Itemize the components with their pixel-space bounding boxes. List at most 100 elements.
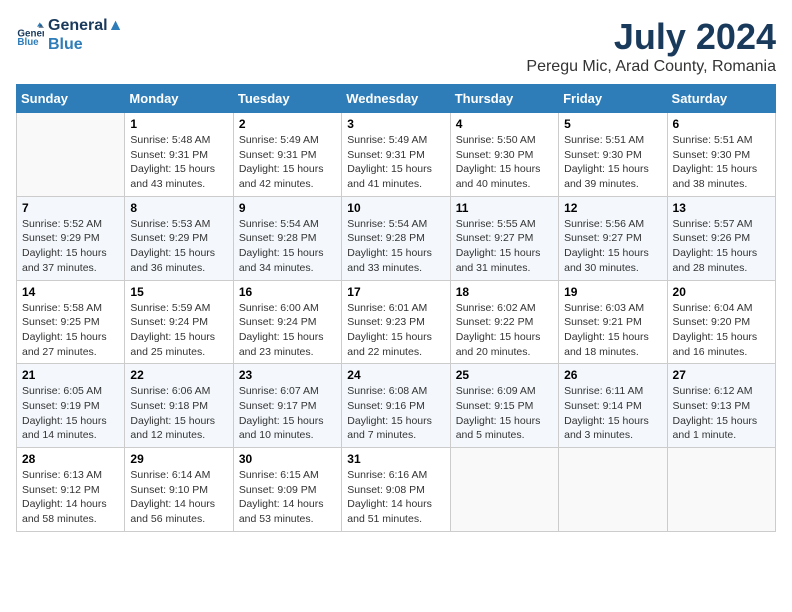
weekday-header-friday: Friday	[559, 85, 667, 113]
calendar-cell: 31 Sunrise: 6:16 AM Sunset: 9:08 PM Dayli…	[342, 448, 450, 532]
day-info: Sunrise: 6:04 AM Sunset: 9:20 PM Dayligh…	[673, 301, 770, 360]
day-number: 20	[673, 285, 770, 299]
day-info: Sunrise: 5:57 AM Sunset: 9:26 PM Dayligh…	[673, 217, 770, 276]
day-number: 14	[22, 285, 119, 299]
calendar-cell: 6 Sunrise: 5:51 AM Sunset: 9:30 PM Daylig…	[667, 113, 775, 197]
logo-text-line1: General▲	[48, 16, 123, 35]
calendar-table: SundayMondayTuesdayWednesdayThursdayFrid…	[16, 84, 776, 532]
calendar-cell: 18Sunrise: 6:02 AM Sunset: 9:22 PM Dayli…	[450, 280, 558, 364]
calendar-cell: 29 Sunrise: 6:14 AM Sunset: 9:10 PM Dayli…	[125, 448, 233, 532]
day-number: 28	[22, 452, 119, 466]
day-number: 24	[347, 368, 444, 382]
day-info: Sunrise: 5:51 AM Sunset: 9:30 PM Dayligh…	[564, 133, 661, 192]
weekday-header-saturday: Saturday	[667, 85, 775, 113]
weekday-header-row: SundayMondayTuesdayWednesdayThursdayFrid…	[17, 85, 776, 113]
calendar-cell: 5 Sunrise: 5:51 AM Sunset: 9:30 PM Daylig…	[559, 113, 667, 197]
day-info: Sunrise: 6:16 AM Sunset: 9:08 PM Dayligh…	[347, 468, 444, 527]
day-info: Sunrise: 6:01 AM Sunset: 9:23 PM Dayligh…	[347, 301, 444, 360]
calendar-cell	[17, 113, 125, 197]
day-info: Sunrise: 5:51 AM Sunset: 9:30 PM Dayligh…	[673, 133, 770, 192]
day-number: 8	[130, 201, 227, 215]
day-number: 2	[239, 117, 336, 131]
day-info: Sunrise: 5:54 AM Sunset: 9:28 PM Dayligh…	[347, 217, 444, 276]
month-title: July 2024	[526, 16, 776, 58]
day-number: 26	[564, 368, 661, 382]
day-number: 30	[239, 452, 336, 466]
calendar-cell: 23 Sunrise: 6:07 AM Sunset: 9:17 PM Dayli…	[233, 364, 341, 448]
weekday-header-sunday: Sunday	[17, 85, 125, 113]
day-info: Sunrise: 6:08 AM Sunset: 9:16 PM Dayligh…	[347, 384, 444, 443]
logo: General Blue General▲ Blue	[16, 16, 123, 54]
calendar-cell: 11 Sunrise: 5:55 AM Sunset: 9:27 PM Dayli…	[450, 196, 558, 280]
calendar-cell: 17 Sunrise: 6:01 AM Sunset: 9:23 PM Dayli…	[342, 280, 450, 364]
day-number: 29	[130, 452, 227, 466]
day-number: 13	[673, 201, 770, 215]
day-number: 1	[130, 117, 227, 131]
day-info: Sunrise: 5:49 AM Sunset: 9:31 PM Dayligh…	[347, 133, 444, 192]
calendar-cell: 30 Sunrise: 6:15 AM Sunset: 9:09 PM Dayli…	[233, 448, 341, 532]
day-number: 17	[347, 285, 444, 299]
day-number: 12	[564, 201, 661, 215]
calendar-cell: 13 Sunrise: 5:57 AM Sunset: 9:26 PM Dayli…	[667, 196, 775, 280]
calendar-cell	[450, 448, 558, 532]
day-info: Sunrise: 5:54 AM Sunset: 9:28 PM Dayligh…	[239, 217, 336, 276]
calendar-week-row: 21Sunrise: 6:05 AM Sunset: 9:19 PM Dayli…	[17, 364, 776, 448]
calendar-cell: 27Sunrise: 6:12 AM Sunset: 9:13 PM Dayli…	[667, 364, 775, 448]
day-info: Sunrise: 5:52 AM Sunset: 9:29 PM Dayligh…	[22, 217, 119, 276]
calendar-cell: 26 Sunrise: 6:11 AM Sunset: 9:14 PM Dayli…	[559, 364, 667, 448]
logo-icon: General Blue	[16, 21, 44, 49]
calendar-cell: 4 Sunrise: 5:50 AM Sunset: 9:30 PM Daylig…	[450, 113, 558, 197]
svg-text:Blue: Blue	[17, 37, 39, 48]
calendar-cell: 8 Sunrise: 5:53 AM Sunset: 9:29 PM Daylig…	[125, 196, 233, 280]
calendar-cell: 16 Sunrise: 6:00 AM Sunset: 9:24 PM Dayli…	[233, 280, 341, 364]
calendar-cell: 12 Sunrise: 5:56 AM Sunset: 9:27 PM Dayli…	[559, 196, 667, 280]
day-number: 21	[22, 368, 119, 382]
day-number: 23	[239, 368, 336, 382]
calendar-cell: 1Sunrise: 5:48 AM Sunset: 9:31 PM Daylig…	[125, 113, 233, 197]
day-info: Sunrise: 6:14 AM Sunset: 9:10 PM Dayligh…	[130, 468, 227, 527]
day-number: 25	[456, 368, 553, 382]
day-info: Sunrise: 6:00 AM Sunset: 9:24 PM Dayligh…	[239, 301, 336, 360]
calendar-week-row: 1Sunrise: 5:48 AM Sunset: 9:31 PM Daylig…	[17, 113, 776, 197]
day-number: 16	[239, 285, 336, 299]
day-info: Sunrise: 6:07 AM Sunset: 9:17 PM Dayligh…	[239, 384, 336, 443]
weekday-header-wednesday: Wednesday	[342, 85, 450, 113]
day-number: 31	[347, 452, 444, 466]
day-info: Sunrise: 5:53 AM Sunset: 9:29 PM Dayligh…	[130, 217, 227, 276]
day-number: 3	[347, 117, 444, 131]
weekday-header-monday: Monday	[125, 85, 233, 113]
day-info: Sunrise: 5:49 AM Sunset: 9:31 PM Dayligh…	[239, 133, 336, 192]
weekday-header-tuesday: Tuesday	[233, 85, 341, 113]
calendar-cell: 10 Sunrise: 5:54 AM Sunset: 9:28 PM Dayli…	[342, 196, 450, 280]
day-info: Sunrise: 6:11 AM Sunset: 9:14 PM Dayligh…	[564, 384, 661, 443]
title-area: July 2024 Peregu Mic, Arad County, Roman…	[526, 16, 776, 76]
calendar-cell: 14 Sunrise: 5:58 AM Sunset: 9:25 PM Dayli…	[17, 280, 125, 364]
calendar-cell: 28Sunrise: 6:13 AM Sunset: 9:12 PM Dayli…	[17, 448, 125, 532]
day-number: 10	[347, 201, 444, 215]
header: General Blue General▲ Blue July 2024 Per…	[16, 16, 776, 76]
day-number: 5	[564, 117, 661, 131]
day-number: 9	[239, 201, 336, 215]
calendar-cell	[667, 448, 775, 532]
day-number: 27	[673, 368, 770, 382]
day-number: 4	[456, 117, 553, 131]
calendar-cell: 7 Sunrise: 5:52 AM Sunset: 9:29 PM Daylig…	[17, 196, 125, 280]
day-number: 11	[456, 201, 553, 215]
day-number: 6	[673, 117, 770, 131]
calendar-week-row: 14 Sunrise: 5:58 AM Sunset: 9:25 PM Dayli…	[17, 280, 776, 364]
day-info: Sunrise: 6:09 AM Sunset: 9:15 PM Dayligh…	[456, 384, 553, 443]
calendar-cell: 20 Sunrise: 6:04 AM Sunset: 9:20 PM Dayli…	[667, 280, 775, 364]
day-info: Sunrise: 5:58 AM Sunset: 9:25 PM Dayligh…	[22, 301, 119, 360]
day-info: Sunrise: 6:15 AM Sunset: 9:09 PM Dayligh…	[239, 468, 336, 527]
calendar-cell: 3 Sunrise: 5:49 AM Sunset: 9:31 PM Daylig…	[342, 113, 450, 197]
day-number: 7	[22, 201, 119, 215]
calendar-cell	[559, 448, 667, 532]
location-title: Peregu Mic, Arad County, Romania	[526, 58, 776, 76]
day-info: Sunrise: 5:50 AM Sunset: 9:30 PM Dayligh…	[456, 133, 553, 192]
day-info: Sunrise: 6:03 AM Sunset: 9:21 PM Dayligh…	[564, 301, 661, 360]
day-info: Sunrise: 5:56 AM Sunset: 9:27 PM Dayligh…	[564, 217, 661, 276]
calendar-cell: 24 Sunrise: 6:08 AM Sunset: 9:16 PM Dayli…	[342, 364, 450, 448]
calendar-week-row: 28Sunrise: 6:13 AM Sunset: 9:12 PM Dayli…	[17, 448, 776, 532]
calendar-cell: 9 Sunrise: 5:54 AM Sunset: 9:28 PM Daylig…	[233, 196, 341, 280]
day-info: Sunrise: 5:55 AM Sunset: 9:27 PM Dayligh…	[456, 217, 553, 276]
